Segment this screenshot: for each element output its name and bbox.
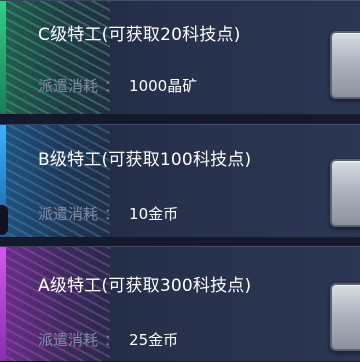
cost-separator: ： [104,205,120,223]
cost-value: 25金币 [129,331,179,349]
agent-title: B级特工(可获取100科技点) [38,150,252,170]
green-accent-bar [0,1,6,114]
dispatch-button[interactable] [330,283,360,351]
cost-label: 派遣消耗 [38,77,99,95]
cost-separator: ： [104,331,120,349]
cost-value: 10金币 [129,205,179,223]
dispatch-cost: 派遣消耗 ： 1000晶矿 [38,75,197,96]
agent-title: A级特工(可获取300科技点) [38,276,252,296]
dispatch-button[interactable] [330,31,360,99]
agent-card-b[interactable]: B级特工(可获取100科技点) 派遣消耗 ： 10金币 [0,124,360,238]
dispatch-button[interactable] [330,159,360,227]
green-glow-decoration [0,1,110,114]
cost-label: 派遣消耗 [38,331,99,349]
dispatch-cost: 派遣消耗 ： 10金币 [38,203,178,224]
agent-card-a[interactable]: A级特工(可获取300科技点) 派遣消耗 ： 25金币 [0,246,360,362]
agent-title: C级特工(可获取20科技点) [38,25,241,45]
scroll-edge-handle [0,205,8,235]
cost-separator: ： [104,77,120,95]
dispatch-cost: 派遣消耗 ： 25金币 [38,329,178,350]
cost-label: 派遣消耗 [38,205,99,223]
cost-value: 1000晶矿 [129,77,198,95]
agent-card-c[interactable]: C级特工(可获取20科技点) 派遣消耗 ： 1000晶矿 [0,0,360,115]
purple-accent-bar [0,247,6,361]
